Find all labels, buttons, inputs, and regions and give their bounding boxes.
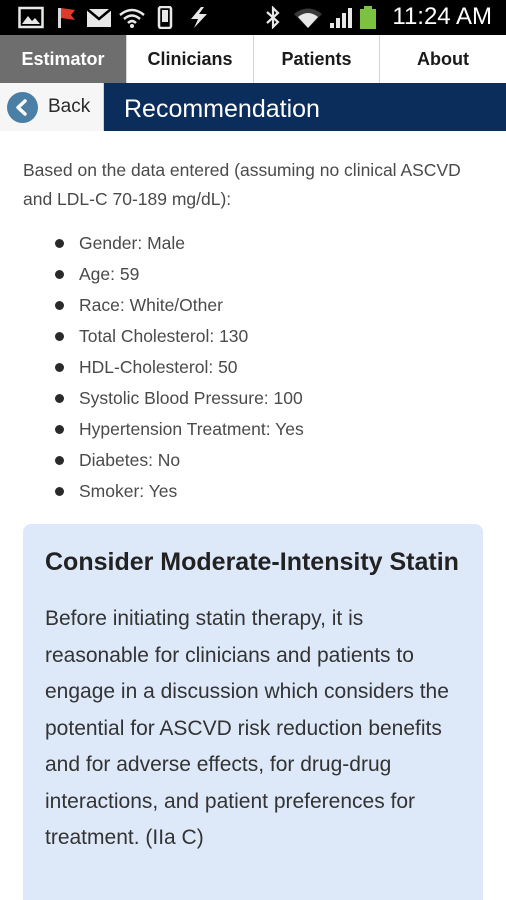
- bullet-icon: [55, 239, 64, 248]
- gallery-icon: [18, 6, 44, 29]
- tab-bar: Estimator Clinicians Patients About: [0, 35, 506, 83]
- tab-about[interactable]: About: [380, 35, 506, 83]
- list-item: Systolic Blood Pressure: 100: [55, 383, 475, 414]
- tab-patients[interactable]: Patients: [254, 35, 380, 83]
- bullet-icon: [55, 363, 64, 372]
- page-title: Recommendation: [124, 95, 320, 123]
- battery-icon: [360, 6, 376, 29]
- list-item-text: Total Cholesterol: 130: [79, 326, 249, 346]
- intro-text: Based on the data entered (assuming no c…: [23, 160, 461, 209]
- status-time: 11:24 AM: [392, 3, 492, 30]
- tab-clinicians[interactable]: Clinicians: [127, 35, 254, 83]
- list-item: Gender: Male: [55, 228, 475, 259]
- list-item: Race: White/Other: [55, 290, 475, 321]
- list-item: Diabetes: No: [55, 445, 475, 476]
- bullet-icon: [55, 487, 64, 496]
- input-summary-list: Gender: Male Age: 59 Race: White/Other T…: [55, 228, 475, 507]
- page-header: Back Recommendation: [0, 83, 506, 131]
- list-item: Hypertension Treatment: Yes: [55, 414, 475, 445]
- gmail-icon: [86, 8, 112, 27]
- list-item: Smoker: Yes: [55, 476, 475, 507]
- list-item: Age: 59: [55, 259, 475, 290]
- list-item: Total Cholesterol: 130: [55, 321, 475, 352]
- bullet-icon: [55, 425, 64, 434]
- list-item-text: Hypertension Treatment: Yes: [79, 419, 304, 439]
- bullet-icon: [55, 394, 64, 403]
- bullet-icon: [55, 456, 64, 465]
- recommendation-card: Consider Moderate-Intensity Statin Befor…: [23, 524, 483, 900]
- list-item-text: Diabetes: No: [79, 450, 181, 470]
- status-bar: 11:24 AM: [0, 0, 506, 35]
- bullet-icon: [55, 332, 64, 341]
- list-item-text: Smoker: Yes: [79, 481, 178, 501]
- bluetooth-icon: [266, 6, 280, 29]
- chevron-left-icon: [7, 91, 38, 123]
- bullet-icon: [55, 270, 64, 279]
- recommendation-title: Consider Moderate-Intensity Statin: [45, 548, 459, 576]
- back-button[interactable]: Back: [0, 83, 104, 131]
- list-item: HDL-Cholesterol: 50: [55, 352, 475, 383]
- bullet-icon: [55, 301, 64, 310]
- signal-icon: [330, 8, 352, 28]
- list-item-text: Systolic Blood Pressure: 100: [79, 388, 303, 408]
- phone-icon: [157, 6, 173, 29]
- list-item-text: Gender: Male: [79, 233, 186, 253]
- flash-icon: [191, 7, 207, 28]
- back-label: Back: [48, 96, 91, 117]
- tab-estimator[interactable]: Estimator: [0, 35, 127, 83]
- list-item-text: HDL-Cholesterol: 50: [79, 357, 238, 377]
- wifi-icon: [294, 8, 322, 28]
- recommendation-body: Before initiating statin therapy, it is …: [45, 607, 449, 849]
- list-item-text: Age: 59: [79, 264, 140, 284]
- flag-icon: [58, 8, 75, 28]
- list-item-text: Race: White/Other: [79, 295, 223, 315]
- wifi-hotspot-icon: [119, 8, 145, 28]
